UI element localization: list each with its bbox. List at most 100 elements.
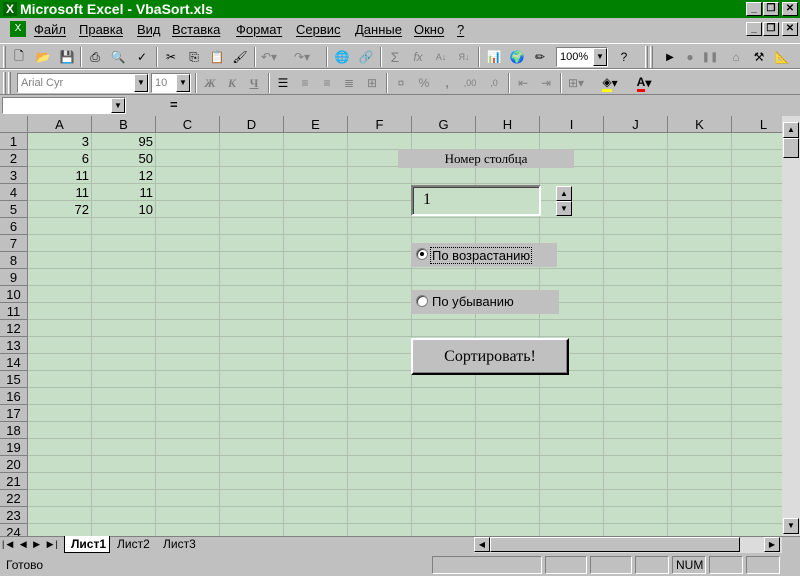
row-header[interactable]: 19 <box>0 439 28 456</box>
menu-tools[interactable]: Сервис <box>296 22 341 37</box>
font-color-icon[interactable]: A ▾ <box>634 73 654 93</box>
function-icon[interactable]: fx <box>408 47 428 67</box>
tab-sheet2[interactable]: Лист2 <box>112 537 158 552</box>
cut-icon[interactable]: ✂ <box>161 47 181 67</box>
cell-b5[interactable]: 10 <box>92 201 156 218</box>
column-header-e[interactable]: E <box>284 116 348 133</box>
row-header[interactable]: 18 <box>0 422 28 439</box>
borders-icon[interactable]: ⊞▾ <box>566 73 586 93</box>
row-header[interactable]: 7 <box>0 235 28 252</box>
increase-indent-icon[interactable]: ⇥ <box>536 73 556 93</box>
workbook-icon[interactable]: X <box>10 21 26 37</box>
row-header[interactable]: 1 <box>0 133 28 150</box>
paste-icon[interactable]: 📋 <box>207 47 227 67</box>
menu-view[interactable]: Вид <box>137 22 161 37</box>
redo-icon[interactable]: ↷▾ <box>292 47 312 67</box>
merge-center-icon[interactable]: ⊞ <box>362 73 382 93</box>
web-toolbar-icon[interactable]: 🌐 <box>332 47 352 67</box>
row-header[interactable]: 5 <box>0 201 28 218</box>
minimize-button[interactable]: _ <box>746 2 762 16</box>
percent-button[interactable]: % <box>414 73 434 93</box>
tab-sheet3[interactable]: Лист3 <box>158 537 204 552</box>
tab-sheet1[interactable]: Лист1 <box>64 536 110 553</box>
column-header-j[interactable]: J <box>604 116 668 133</box>
row-header[interactable]: 17 <box>0 405 28 422</box>
row-header[interactable]: 13 <box>0 337 28 354</box>
design-mode-icon[interactable]: 📐 <box>772 47 792 67</box>
row-header[interactable]: 3 <box>0 167 28 184</box>
scroll-thumb[interactable] <box>783 138 799 158</box>
chevron-down-icon[interactable]: ▼ <box>134 74 148 92</box>
sort-ascending-icon[interactable]: A↓ <box>431 47 451 67</box>
copy-icon[interactable]: ⎘ <box>184 47 204 67</box>
print-icon[interactable]: ⎙ <box>85 47 105 67</box>
row-header[interactable]: 15 <box>0 371 28 388</box>
font-size-select[interactable]: 10 ▼ <box>151 73 191 93</box>
font-name-select[interactable]: Arial Cyr ▼ <box>17 73 149 93</box>
column-header-i[interactable]: I <box>540 116 604 133</box>
menu-file[interactable]: Файл <box>34 22 66 37</box>
pause-icon[interactable]: ❚❚ <box>700 47 720 67</box>
spelling-icon[interactable]: ✓ <box>132 47 152 67</box>
spin-up-button[interactable]: ▲ <box>556 186 572 201</box>
row-header[interactable]: 2 <box>0 150 28 167</box>
row-header[interactable]: 9 <box>0 269 28 286</box>
menu-edit[interactable]: Правка <box>79 22 123 37</box>
currency-icon[interactable]: ¤ <box>391 73 411 93</box>
menu-data[interactable]: Данные <box>355 22 402 37</box>
cell-a2[interactable]: 6 <box>28 150 92 167</box>
sort-button[interactable]: Сортировать! <box>411 338 569 375</box>
chart-wizard-icon[interactable]: 📊 <box>484 47 504 67</box>
radio-unchecked-icon[interactable] <box>416 295 428 307</box>
chevron-down-icon[interactable]: ▼ <box>593 48 607 66</box>
scroll-right-button[interactable]: ▶ <box>764 537 780 552</box>
menu-help[interactable]: ? <box>457 22 464 37</box>
column-header-h[interactable]: H <box>476 116 540 133</box>
autosum-icon[interactable]: Σ <box>385 47 405 67</box>
column-header-g[interactable]: G <box>412 116 476 133</box>
comma-button[interactable]: , <box>437 73 457 93</box>
drawing-icon[interactable]: ✏ <box>530 47 550 67</box>
row-header[interactable]: 8 <box>0 252 28 269</box>
justify-icon[interactable]: ≣ <box>339 73 359 93</box>
italic-button[interactable]: К <box>222 73 242 93</box>
align-right-icon[interactable]: ≡ <box>317 73 337 93</box>
new-document-icon[interactable]: 🗋 <box>9 47 29 67</box>
cell-a5[interactable]: 72 <box>28 201 92 218</box>
vertical-scrollbar[interactable]: ▲ ▼ <box>782 116 800 536</box>
row-header[interactable]: 16 <box>0 388 28 405</box>
radio-checked-icon[interactable] <box>416 248 428 260</box>
close-button[interactable]: ✕ <box>782 2 798 16</box>
select-all-corner[interactable] <box>0 116 28 133</box>
row-header[interactable]: 23 <box>0 507 28 524</box>
scroll-up-button[interactable]: ▲ <box>783 122 799 138</box>
restore-button[interactable]: ❐ <box>763 2 779 16</box>
row-header[interactable]: 11 <box>0 303 28 320</box>
align-left-icon[interactable]: ☰ <box>273 73 293 93</box>
row-header[interactable]: 4 <box>0 184 28 201</box>
option-ascending[interactable]: По возрастанию <box>411 243 557 267</box>
row-header[interactable]: 14 <box>0 354 28 371</box>
scroll-left-button[interactable]: ◀ <box>474 537 490 552</box>
doc-restore-button[interactable]: ❐ <box>763 22 779 36</box>
spin-down-button[interactable]: ▼ <box>556 201 572 216</box>
horizontal-scrollbar[interactable]: ◀ ▶ <box>474 537 782 553</box>
undo-icon[interactable]: ↶▾ <box>259 47 279 67</box>
increase-decimal-button[interactable]: ,00 <box>460 73 480 93</box>
cell-b3[interactable]: 12 <box>92 167 156 184</box>
menu-window[interactable]: Окно <box>414 22 444 37</box>
hyperlink-icon[interactable]: 🔗 <box>356 47 376 67</box>
column-header-l[interactable]: L <box>732 116 782 133</box>
scroll-down-button[interactable]: ▼ <box>783 518 799 534</box>
print-preview-icon[interactable]: 🔍 <box>108 47 128 67</box>
decrease-indent-icon[interactable]: ⇤ <box>513 73 533 93</box>
worksheet-grid[interactable]: A B C D E F G H I J K L 1 2 3 4 5 6 7 8 … <box>0 116 782 536</box>
chevron-down-icon[interactable]: ▼ <box>176 74 190 92</box>
cell-b4[interactable]: 11 <box>92 184 156 201</box>
doc-minimize-button[interactable]: _ <box>746 22 762 36</box>
h-scroll-thumb[interactable] <box>490 537 740 552</box>
row-header[interactable]: 24 <box>0 524 28 536</box>
format-painter-icon[interactable]: 🖌 <box>230 47 250 67</box>
map-icon[interactable]: 🌍 <box>507 47 527 67</box>
tab-scroll-icons[interactable]: |◀ ◀ ▶ ▶| <box>2 537 62 552</box>
